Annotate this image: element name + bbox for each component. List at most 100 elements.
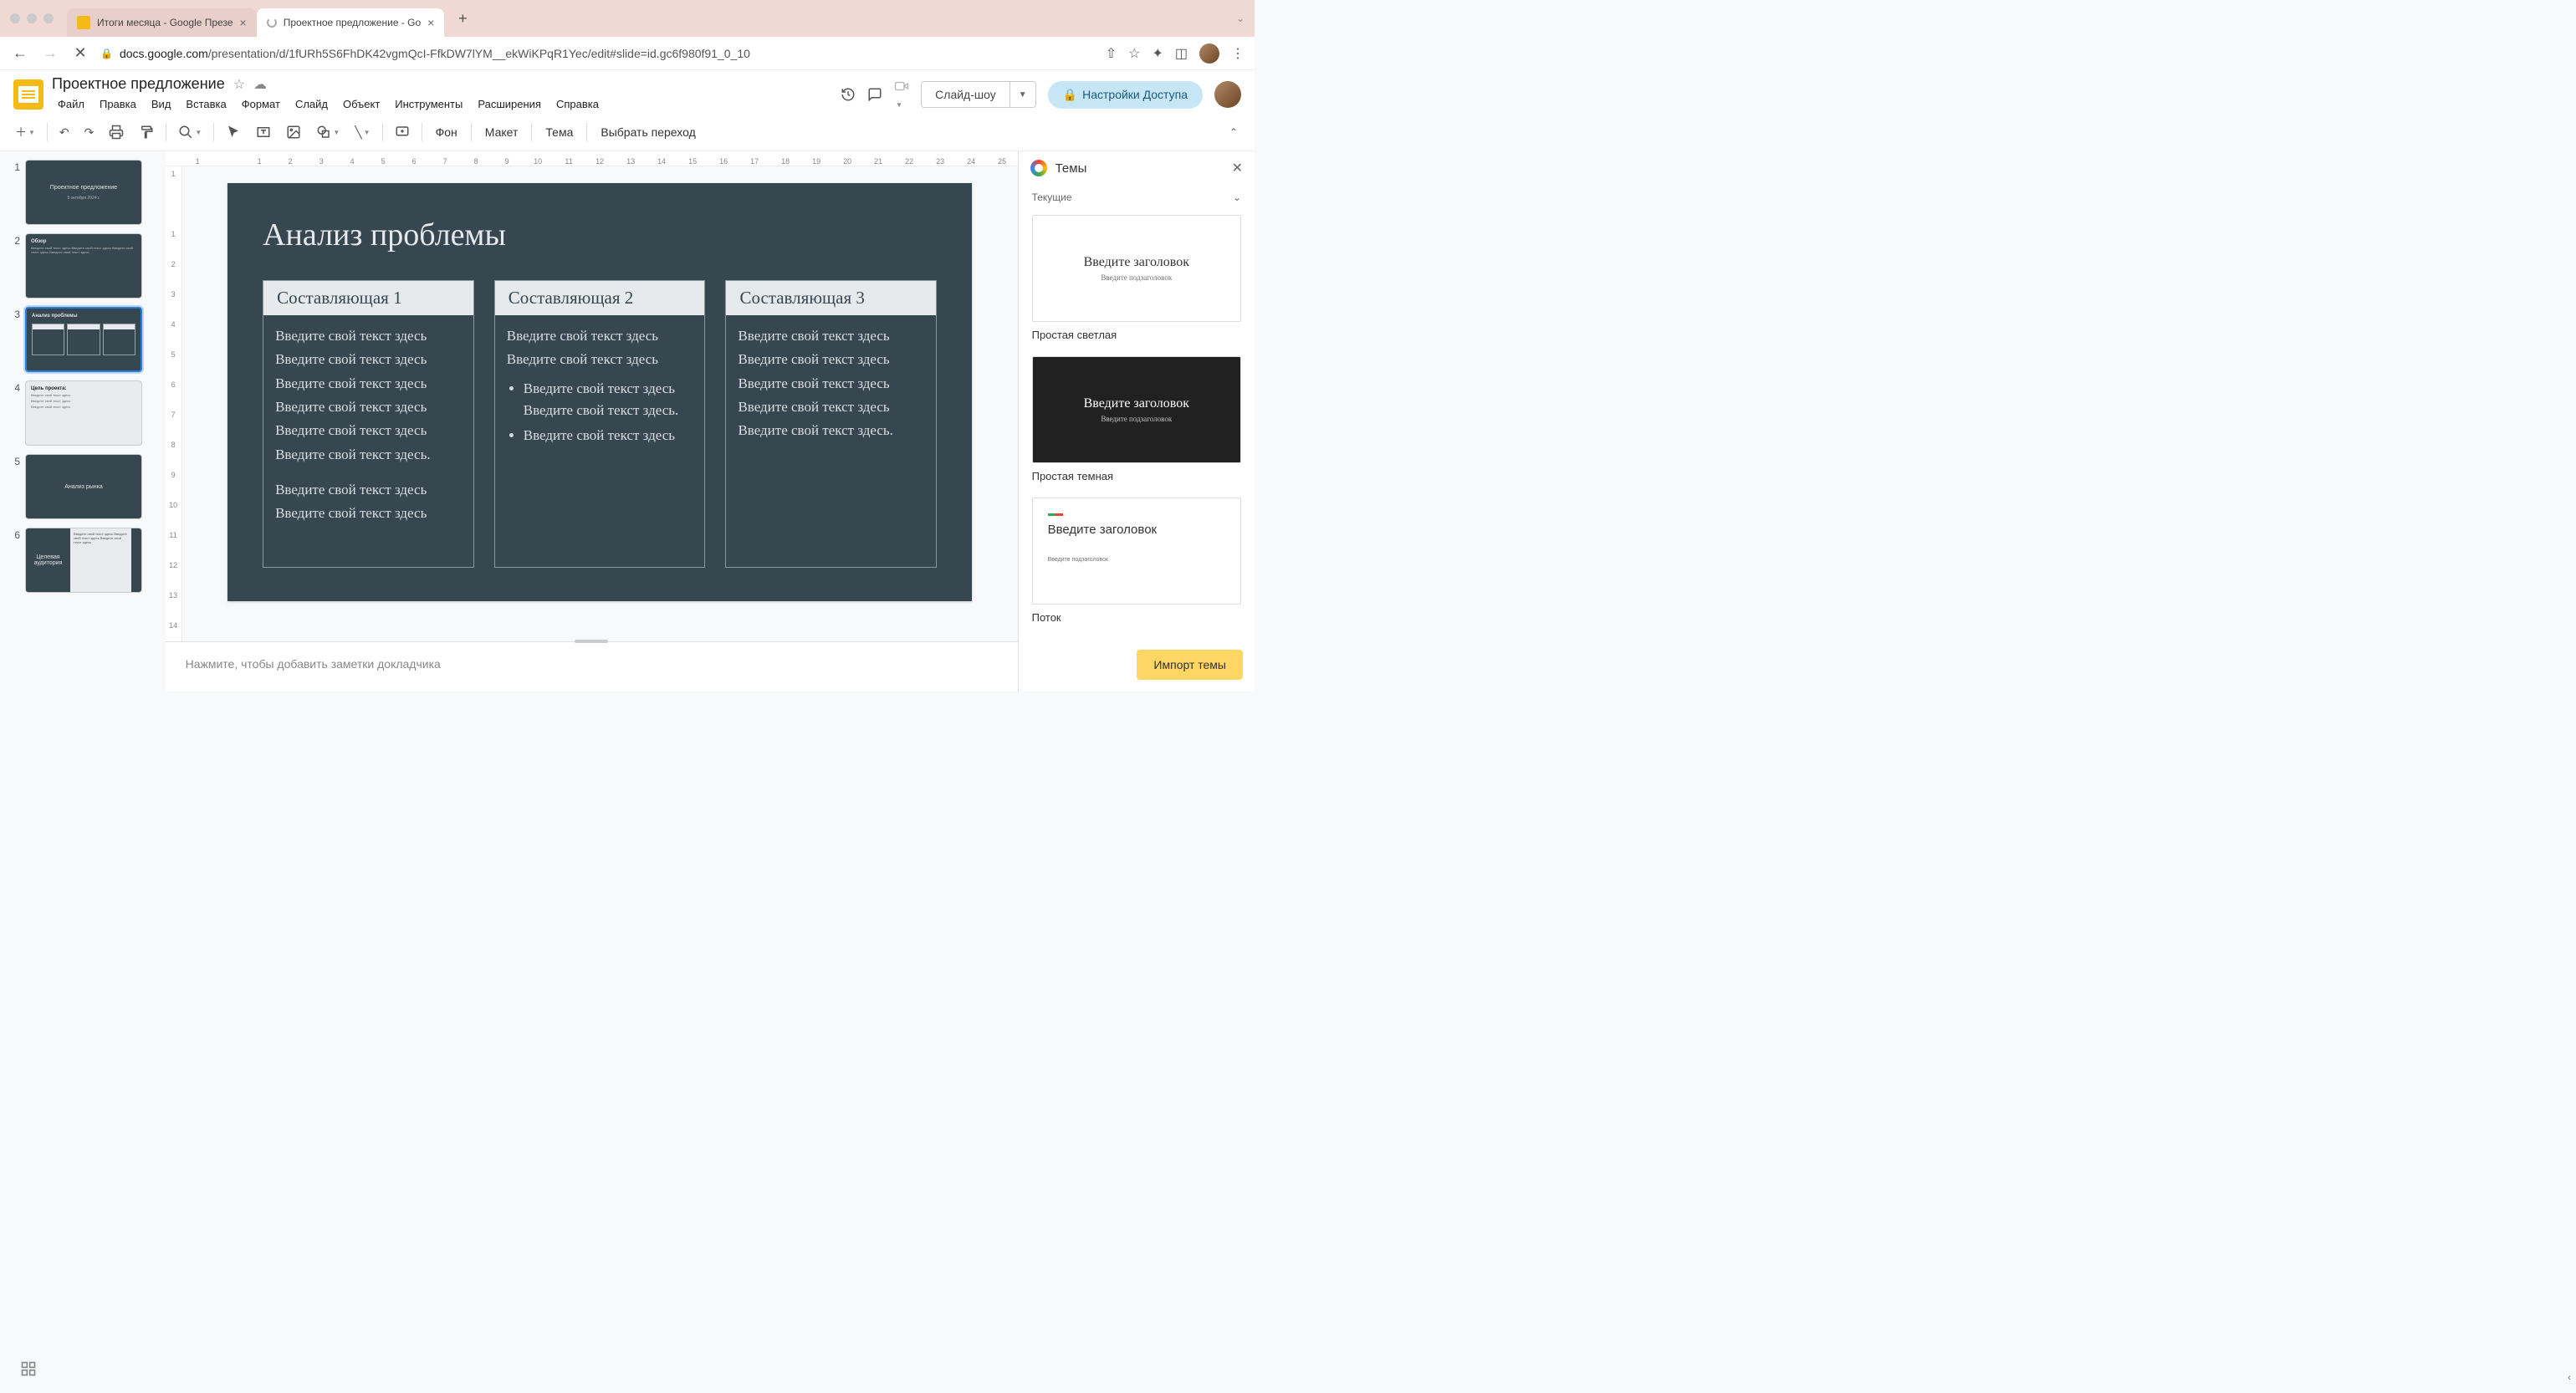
slide-thumb-4[interactable]: Цель проекта: Введите свой текст здесь В… bbox=[25, 380, 142, 446]
speaker-notes[interactable]: Нажмите, чтобы добавить заметки докладчи… bbox=[166, 641, 1018, 691]
browser-menu-icon[interactable]: ⋮ bbox=[1231, 45, 1245, 62]
slideshow-button[interactable]: Слайд-шоу bbox=[922, 82, 1009, 107]
account-avatar[interactable] bbox=[1214, 81, 1241, 108]
import-theme-button[interactable]: Импорт темы bbox=[1137, 650, 1243, 680]
line-tool[interactable]: ╲▼ bbox=[348, 120, 376, 145]
tab-list-dropdown[interactable]: ⌄ bbox=[1236, 13, 1245, 24]
themes-section-toggle[interactable]: Текущие ⌄ bbox=[1019, 185, 1255, 210]
slide-canvas[interactable]: Анализ проблемы Составляющая 1 Введите с… bbox=[227, 183, 972, 601]
menu-format[interactable]: Формат bbox=[236, 94, 286, 114]
sidepanel-icon[interactable]: ◫ bbox=[1175, 45, 1188, 62]
share-button[interactable]: 🔒 Настройки Доступа bbox=[1048, 81, 1203, 109]
side-panel-toggle[interactable]: ‹ bbox=[2568, 1371, 2571, 1383]
slide-column-2[interactable]: Составляющая 2 Введите свой текст здесь … bbox=[494, 280, 706, 568]
nav-forward-button[interactable]: → bbox=[40, 44, 60, 62]
history-icon[interactable] bbox=[841, 87, 856, 102]
slide-thumb-6[interactable]: Целевая аудитория Введите свой текст зде… bbox=[25, 528, 142, 593]
layout-button[interactable]: Макет bbox=[477, 120, 527, 144]
notes-resize-handle[interactable] bbox=[575, 640, 608, 643]
slide-thumb-5[interactable]: Анализ рынка bbox=[25, 454, 142, 519]
column-body[interactable]: Введите свой текст здесь Введите свой те… bbox=[263, 315, 473, 567]
theme-card-light[interactable]: Введите заголовок Введите подзаголовок П… bbox=[1032, 215, 1241, 351]
menu-extensions[interactable]: Расширения bbox=[472, 94, 547, 114]
menu-view[interactable]: Вид bbox=[146, 94, 177, 114]
column-body[interactable]: Введите свой текст здесь Введите свой те… bbox=[726, 315, 936, 567]
redo-button[interactable]: ↷ bbox=[78, 120, 101, 145]
menu-edit[interactable]: Правка bbox=[94, 94, 142, 114]
background-button[interactable]: Фон bbox=[427, 120, 466, 144]
transition-button[interactable]: Выбрать переход bbox=[592, 120, 703, 144]
lock-icon: 🔒 bbox=[100, 48, 113, 59]
bookmark-star-icon[interactable]: ☆ bbox=[1128, 45, 1140, 62]
theme-card-dark[interactable]: Введите заголовок Введите подзаголовок П… bbox=[1032, 356, 1241, 492]
star-icon[interactable]: ☆ bbox=[233, 76, 245, 93]
notes-placeholder: Нажмите, чтобы добавить заметки докладчи… bbox=[186, 657, 441, 671]
close-tab-icon[interactable]: × bbox=[427, 16, 434, 29]
collapse-toolbar-icon[interactable]: ⌃ bbox=[1221, 121, 1246, 143]
menu-slide[interactable]: Слайд bbox=[289, 94, 334, 114]
theme-button[interactable]: Тема bbox=[537, 120, 581, 144]
close-window[interactable] bbox=[10, 13, 20, 23]
toolbar: ＋▼ ↶ ↷ ▼ ▼ ╲▼ Фон Макет Тема Выбрать пер… bbox=[0, 114, 1255, 151]
column-header[interactable]: Составляющая 3 bbox=[726, 281, 936, 315]
menu-tools[interactable]: Инструменты bbox=[389, 94, 468, 114]
url-path: /presentation/d/1fURh5S6FhDK42vgmQcI-Ffk… bbox=[208, 47, 750, 60]
horizontal-ruler[interactable]: 1123456789101112131415161718192021222324… bbox=[166, 151, 1018, 166]
profile-avatar[interactable] bbox=[1199, 43, 1219, 64]
browser-tab-0[interactable]: Итоги месяца - Google Презе × bbox=[67, 8, 257, 37]
slide-thumb-1[interactable]: Проектное предложение ⋯ 5 октября 2024 г… bbox=[25, 160, 142, 225]
slideshow-dropdown[interactable]: ▼ bbox=[1009, 82, 1035, 107]
select-tool[interactable] bbox=[219, 120, 248, 145]
new-tab-button[interactable]: + bbox=[451, 7, 474, 30]
theme-card-flow[interactable]: Введите заголовок Введите подзаголовок П… bbox=[1032, 498, 1241, 634]
slide-thumb-3[interactable]: Анализ проблемы bbox=[25, 307, 142, 372]
chevron-down-icon: ⌄ bbox=[1233, 191, 1241, 203]
column-body[interactable]: Введите свой текст здесь Введите свой те… bbox=[495, 315, 705, 567]
slide-thumb-2[interactable]: Обзор Введите свой текст здесь Введите с… bbox=[25, 233, 142, 298]
shape-tool[interactable]: ▼ bbox=[309, 120, 346, 145]
slides-logo-icon[interactable] bbox=[13, 79, 43, 110]
paint-format-button[interactable] bbox=[132, 120, 161, 145]
menu-insert[interactable]: Вставка bbox=[180, 94, 232, 114]
cloud-status-icon[interactable]: ☁ bbox=[253, 76, 267, 93]
undo-button[interactable]: ↶ bbox=[53, 120, 76, 145]
nav-back-button[interactable]: ← bbox=[10, 44, 30, 62]
close-icon[interactable]: ✕ bbox=[1232, 160, 1243, 176]
image-tool[interactable] bbox=[279, 120, 308, 145]
share-label: Настройки Доступа bbox=[1082, 88, 1188, 101]
extensions-icon[interactable]: ✦ bbox=[1152, 45, 1163, 62]
print-button[interactable] bbox=[102, 120, 130, 145]
browser-toolbar: ← → ✕ 🔒 docs.google.com/presentation/d/1… bbox=[0, 37, 1255, 70]
document-name[interactable]: Проектное предложение bbox=[52, 75, 225, 93]
browser-tab-1[interactable]: Проектное предложение - Go × bbox=[257, 8, 445, 37]
new-slide-button[interactable]: ＋▼ bbox=[8, 119, 42, 145]
menu-file[interactable]: Файл bbox=[52, 94, 90, 114]
docs-header: Проектное предложение ☆ ☁ Файл Правка Ви… bbox=[0, 70, 1255, 114]
explore-button[interactable] bbox=[20, 1360, 37, 1381]
minimize-window[interactable] bbox=[27, 13, 37, 23]
comment-button[interactable] bbox=[388, 120, 417, 145]
share-page-icon[interactable]: ⇧ bbox=[1106, 45, 1117, 62]
nav-stop-button[interactable]: ✕ bbox=[70, 44, 90, 62]
section-label: Текущие bbox=[1032, 191, 1072, 203]
meet-present-icon[interactable]: ▼ bbox=[894, 79, 909, 111]
zoom-button[interactable]: ▼ bbox=[171, 120, 208, 145]
address-bar[interactable]: 🔒 docs.google.com/presentation/d/1fURh5S… bbox=[100, 47, 1096, 60]
themes-sidebar: Темы ✕ Текущие ⌄ Введите заголовок Введи… bbox=[1018, 151, 1255, 691]
comments-icon[interactable] bbox=[867, 87, 882, 102]
slide-column-1[interactable]: Составляющая 1 Введите свой текст здесь … bbox=[263, 280, 474, 568]
textbox-tool[interactable] bbox=[249, 120, 278, 145]
close-tab-icon[interactable]: × bbox=[240, 16, 247, 29]
slide-title[interactable]: Анализ проблемы bbox=[263, 217, 937, 253]
menu-object[interactable]: Объект bbox=[337, 94, 386, 114]
column-header[interactable]: Составляющая 2 bbox=[495, 281, 705, 315]
column-header[interactable]: Составляющая 1 bbox=[263, 281, 473, 315]
menu-help[interactable]: Справка bbox=[550, 94, 605, 114]
slide-number: 4 bbox=[8, 382, 20, 446]
tab-title: Проектное предложение - Go bbox=[284, 17, 421, 28]
slide-column-3[interactable]: Составляющая 3 Введите свой текст здесь … bbox=[725, 280, 937, 568]
menu-bar: Файл Правка Вид Вставка Формат Слайд Объ… bbox=[52, 94, 832, 114]
slide-number: 5 bbox=[8, 456, 20, 519]
vertical-ruler[interactable]: 11234567891011121314 bbox=[166, 166, 182, 641]
maximize-window[interactable] bbox=[43, 13, 54, 23]
